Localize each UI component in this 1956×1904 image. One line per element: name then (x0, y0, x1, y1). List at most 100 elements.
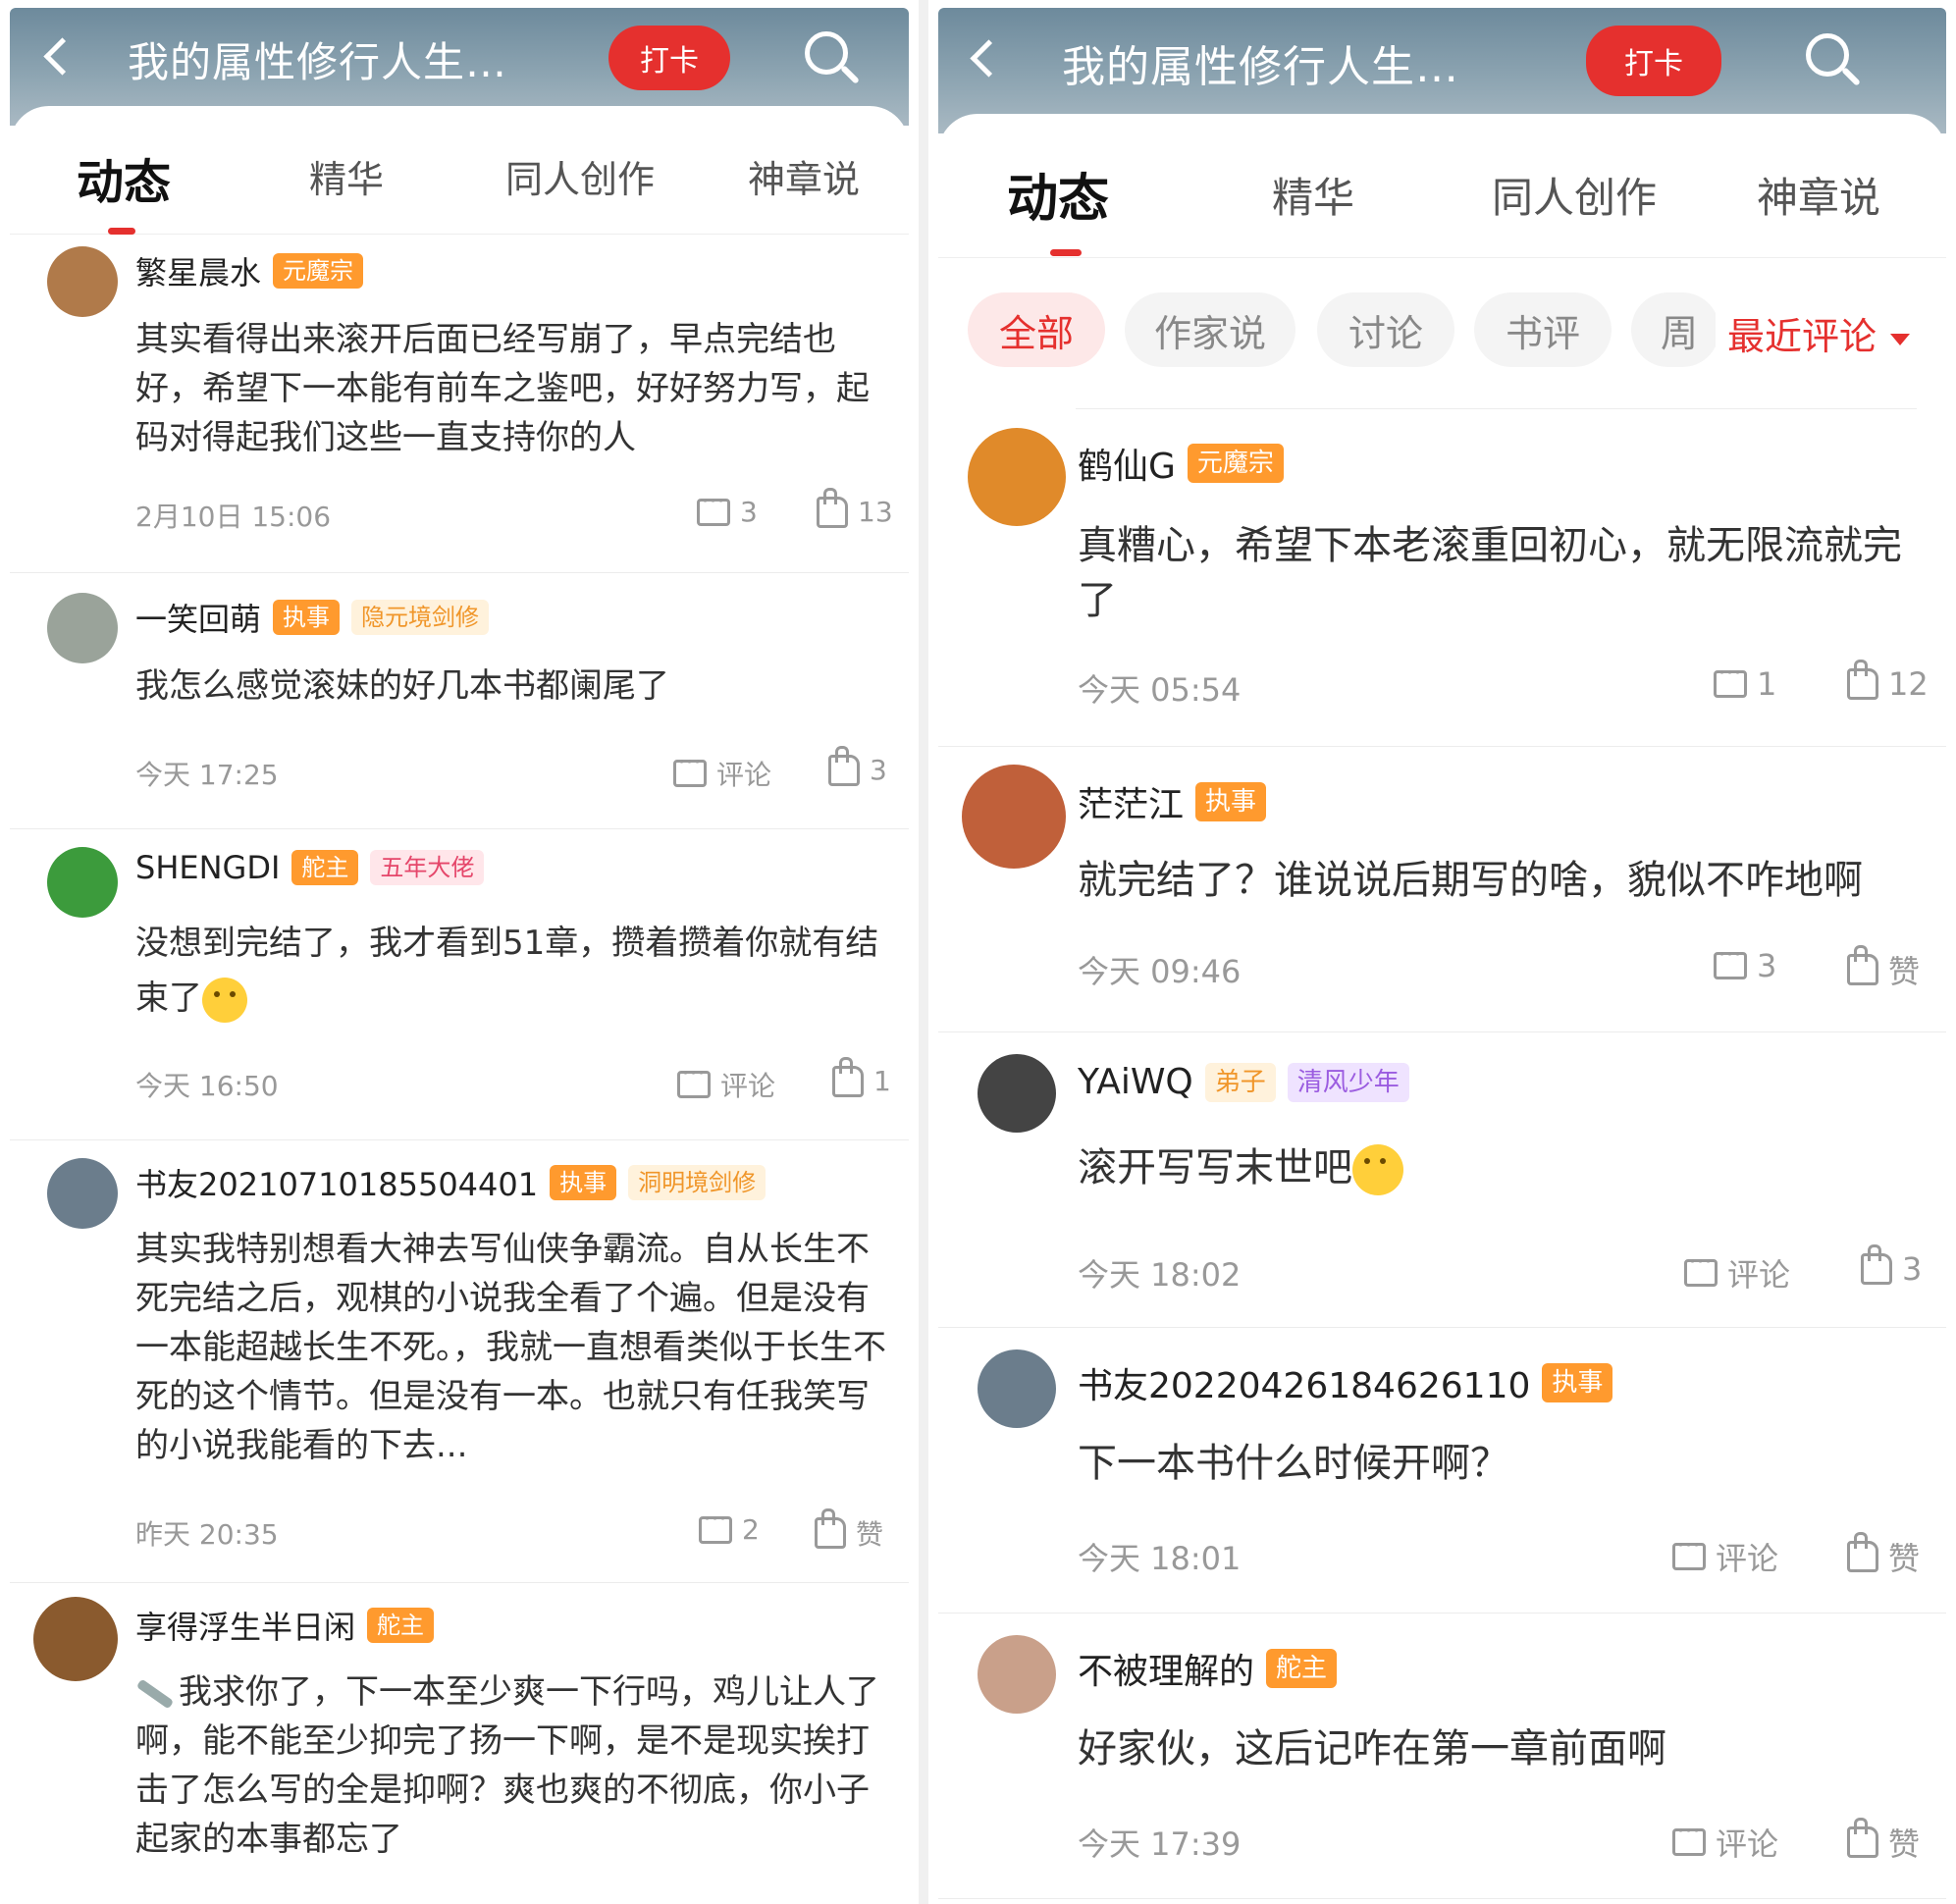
avatar[interactable] (968, 428, 1066, 526)
avatar[interactable] (47, 1158, 118, 1229)
comment-text[interactable]: 滚开写写末世吧 (1078, 1138, 1922, 1197)
emoji-icon (1352, 1144, 1403, 1195)
username[interactable]: SHENGDI (135, 849, 280, 886)
comment-text[interactable]: 其实我特别想看大神去写仙侠争霸流。自从长生不死完结之后，观棋的小说我全看了个遍。… (135, 1225, 891, 1470)
comment-item[interactable]: 一笑回萌 执事 隐元境剑修 我怎么感觉滚妹的好几本书都阑尾了 今天 17:25 … (10, 573, 909, 829)
comment-item[interactable]: 享得浮生半日闲 舵主 我求你了，下一本至少爽一下行吗，鸡儿让人了啊，能不能至少抑… (10, 1583, 909, 1878)
tab-chapter-talk[interactable]: 神章说 (1757, 165, 1880, 225)
avatar[interactable] (47, 847, 118, 918)
like-count[interactable]: 13 (817, 487, 893, 528)
user-row: 一笑回萌 执事 隐元境剑修 (135, 595, 490, 640)
checkin-button[interactable]: 打卡 (608, 26, 730, 90)
thumbs-up-icon (1847, 1532, 1878, 1572)
filter-chips: 全部 作家说 讨论 书评 周 最近评论 (938, 292, 1946, 371)
comment-item[interactable]: SHENGDI 舵主 五年大佬 没想到完结了，我才看到51章，攒着攒着你就有结束… (10, 829, 909, 1140)
comment-text[interactable]: 下一本书什么时候开啊？ (1078, 1436, 1922, 1491)
badge: 舵主 (367, 1608, 435, 1643)
tab-dynamic[interactable]: 动态 (1007, 157, 1109, 231)
checkin-button[interactable]: 打卡 (1586, 26, 1721, 96)
reply-count[interactable]: 3 (1714, 943, 1776, 984)
comment-item[interactable]: YAiWQ 弟子 清风少年 滚开写写末世吧 今天 18:02 评论 3 (938, 1032, 1946, 1328)
user-row: 茫茫江 执事 (1078, 776, 1267, 827)
search-icon[interactable] (1806, 33, 1849, 77)
chip-discussion[interactable]: 讨论 (1317, 292, 1454, 367)
badge: 舵主 (291, 850, 359, 885)
tab-dynamic[interactable]: 动态 (77, 143, 171, 212)
comment-text[interactable]: 我求你了，下一本至少爽一下行吗，鸡儿让人了啊，能不能至少抑完了扬一下啊，是不是现… (135, 1667, 891, 1864)
reply-count[interactable]: 2 (699, 1507, 760, 1546)
tab-featured[interactable]: 精华 (309, 149, 384, 203)
reply-button[interactable]: 评论 (1672, 1820, 1778, 1865)
like-button[interactable]: 赞 (1847, 1818, 1920, 1865)
like-count[interactable]: 3 (1861, 1244, 1922, 1288)
avatar[interactable] (978, 1349, 1056, 1428)
tab-fan-creation[interactable]: 同人创作 (505, 149, 655, 203)
user-row: 书友20220426184626110 执事 (1078, 1357, 1613, 1408)
knife-emoji-icon (135, 1677, 175, 1710)
timestamp: 今天 17:39 (1078, 1825, 1242, 1863)
tab-featured[interactable]: 精华 (1272, 165, 1354, 225)
avatar[interactable] (978, 1635, 1056, 1714)
comment-text[interactable]: 就完结了？谁说说后期写的啥，貌似不咋地啊 (1078, 853, 1922, 908)
sort-dropdown[interactable]: 最近评论 (1716, 306, 1911, 360)
comment-item[interactable]: 鹤仙G 元魔宗 真糟心，希望下本老滚重回初心，就无限流就完了 今天 05:54 … (938, 408, 1946, 747)
comment-item[interactable]: 不被理解的 舵主 好家伙，这后记咋在第一章前面啊 今天 17:39 评论 赞 (938, 1613, 1946, 1899)
timestamp: 今天 18:01 (1078, 1540, 1242, 1577)
chip-weekly[interactable]: 周 (1631, 292, 1719, 367)
avatar[interactable] (962, 765, 1066, 869)
comment-list: 繁星晨水 元魔宗 其实看得出来滚开后面已经写崩了，早点完结也好，希望下一本能有前… (10, 238, 909, 1878)
username[interactable]: 茫茫江 (1078, 776, 1184, 827)
comment-item[interactable]: 书友20220426184626110 执事 下一本书什么时候开啊？ 今天 18… (938, 1328, 1946, 1613)
comment-item[interactable]: 书友20210710185504401 执事 洞明境剑修 其实我特别想看大神去写… (10, 1140, 909, 1583)
reply-button[interactable]: 评论 (673, 751, 771, 793)
chip-author-talk[interactable]: 作家说 (1125, 292, 1295, 367)
username[interactable]: 一笑回萌 (135, 595, 261, 640)
username[interactable]: 书友20210710185504401 (135, 1160, 538, 1205)
thumbs-up-icon (1861, 1244, 1892, 1285)
chip-all[interactable]: 全部 (968, 292, 1105, 367)
like-button[interactable]: 赞 (1847, 945, 1920, 992)
reply-count[interactable]: 3 (697, 490, 758, 528)
username[interactable]: 不被理解的 (1078, 1643, 1254, 1694)
badge: 舵主 (1266, 1649, 1338, 1688)
back-arrow-icon[interactable] (970, 39, 1008, 78)
comment-text[interactable]: 其实看得出来滚开后面已经写崩了，早点完结也好，希望下一本能有前车之鉴吧，好好努力… (135, 315, 881, 462)
thumbs-up-icon (815, 1508, 846, 1549)
reply-button[interactable]: 评论 (1672, 1534, 1778, 1579)
comment-text[interactable]: 没想到完结了，我才看到51章，攒着攒着你就有结束了 (135, 916, 891, 1026)
reply-count[interactable]: 1 (1714, 661, 1776, 703)
avatar[interactable] (33, 1597, 118, 1681)
username[interactable]: 繁星晨水 (135, 248, 261, 293)
like-count[interactable]: 3 (828, 745, 887, 786)
reply-button[interactable]: 评论 (1684, 1250, 1790, 1296)
comment-text[interactable]: 好家伙，这后记咋在第一章前面啊 (1078, 1721, 1922, 1776)
badge: 隐元境剑修 (351, 600, 490, 635)
user-row: 享得浮生半日闲 舵主 (135, 1603, 435, 1648)
back-arrow-icon[interactable] (43, 37, 81, 76)
avatar[interactable] (978, 1054, 1056, 1133)
comment-icon (1672, 1534, 1706, 1570)
badge: 执事 (273, 600, 341, 635)
avatar[interactable] (47, 593, 118, 663)
left-screenshot: 我的属性修行人生… 打卡 动态 精华 同人创作 神章说 繁星晨水 元魔宗 其实看… (0, 0, 919, 1904)
like-count[interactable]: 12 (1847, 660, 1929, 703)
avatar[interactable] (47, 246, 118, 317)
comment-item[interactable]: 茫茫江 执事 就完结了？谁说说后期写的啥，貌似不咋地啊 今天 09:46 3 赞 (938, 747, 1946, 1032)
username[interactable]: 享得浮生半日闲 (135, 1603, 355, 1648)
comment-text[interactable]: 真糟心，希望下本老滚重回初心，就无限流就完了 (1078, 518, 1922, 628)
like-button[interactable]: 赞 (815, 1508, 883, 1553)
comment-item[interactable]: 繁星晨水 元魔宗 其实看得出来滚开后面已经写崩了，早点完结也好，希望下一本能有前… (10, 238, 909, 573)
username[interactable]: 书友20220426184626110 (1078, 1357, 1530, 1408)
chip-review[interactable]: 书评 (1474, 292, 1612, 367)
like-count[interactable]: 1 (832, 1056, 891, 1097)
tab-chapter-talk[interactable]: 神章说 (748, 149, 860, 203)
username[interactable]: YAiWQ (1078, 1062, 1193, 1102)
search-icon[interactable] (805, 31, 848, 75)
tab-fan-creation[interactable]: 同人创作 (1492, 165, 1657, 225)
like-button[interactable]: 赞 (1847, 1532, 1920, 1579)
comment-list: 鹤仙G 元魔宗 真糟心，希望下本老滚重回初心，就无限流就完了 今天 05:54 … (938, 408, 1946, 1899)
comment-icon (1684, 1250, 1718, 1287)
username[interactable]: 鹤仙G (1078, 438, 1176, 489)
comment-text[interactable]: 我怎么感觉滚妹的好几本书都阑尾了 (135, 661, 881, 711)
reply-button[interactable]: 评论 (677, 1062, 775, 1104)
